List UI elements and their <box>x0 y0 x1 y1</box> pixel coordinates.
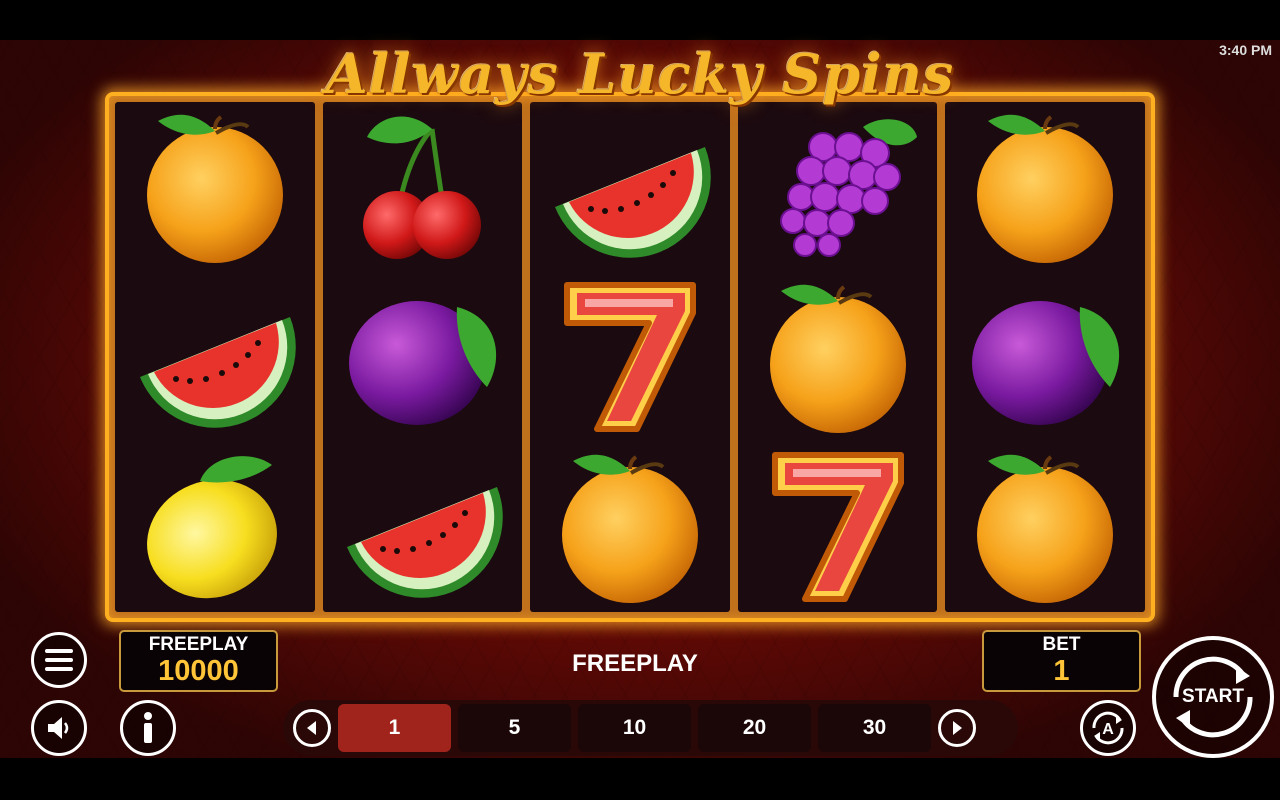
watermelon-symbol-icon <box>545 107 715 267</box>
bet-option[interactable]: 30 <box>818 704 931 752</box>
bet-option[interactable]: 20 <box>698 704 811 752</box>
svg-text:A: A <box>1102 721 1114 738</box>
plum-symbol-icon <box>337 277 507 437</box>
reels <box>115 102 1145 612</box>
bet-panel: BET 1 <box>982 630 1141 692</box>
reel-5 <box>945 102 1145 612</box>
reel-2 <box>322 102 523 612</box>
autoplay-button[interactable]: A <box>1080 700 1136 756</box>
freeplay-value: 10000 <box>158 655 239 687</box>
start-label: START <box>1182 686 1244 707</box>
orange-symbol-icon <box>960 107 1130 267</box>
chevron-left-icon <box>307 721 316 735</box>
autoplay-icon: A <box>1092 711 1124 745</box>
reel-frame <box>105 92 1155 622</box>
bet-option[interactable]: 1 <box>338 704 451 752</box>
speaker-icon <box>48 717 69 739</box>
orange-symbol-icon <box>545 447 715 607</box>
reel-4 <box>737 102 938 612</box>
orange-symbol-icon <box>960 447 1130 607</box>
cherry-symbol-icon <box>337 107 507 267</box>
bet-option[interactable]: 10 <box>578 704 691 752</box>
game-title: Allways Lucky Spins <box>325 42 955 106</box>
bet-value: 1 <box>1053 655 1070 687</box>
hamburger-icon <box>45 649 73 671</box>
reel-3 <box>530 102 730 612</box>
seven-symbol-icon <box>753 447 923 607</box>
bet-selector: 1 5 10 20 30 <box>283 700 1018 756</box>
bet-label: BET <box>1042 634 1081 655</box>
plum-symbol-icon <box>960 277 1130 437</box>
bottom-bar <box>0 758 1280 800</box>
freeplay-label: FREEPLAY <box>148 634 249 655</box>
bet-prev-button[interactable] <box>293 709 331 747</box>
lemon-symbol-icon <box>130 447 300 607</box>
orange-symbol-icon <box>130 107 300 267</box>
orange-symbol-icon <box>753 277 923 437</box>
clock: 3:40 PM <box>1219 42 1272 58</box>
bet-option[interactable]: 5 <box>458 704 571 752</box>
sound-button[interactable] <box>31 700 87 756</box>
info-icon <box>144 712 152 743</box>
chevron-right-icon <box>953 721 962 735</box>
grapes-symbol-icon <box>753 107 923 267</box>
watermelon-symbol-icon <box>130 277 300 437</box>
menu-button[interactable] <box>31 632 87 688</box>
start-button[interactable]: START <box>1152 636 1274 758</box>
freeplay-balance-panel: FREEPLAY 10000 <box>119 630 278 692</box>
seven-symbol-icon <box>545 277 715 437</box>
info-button[interactable] <box>120 700 176 756</box>
top-status-bar <box>0 0 1280 40</box>
reel-1 <box>115 102 315 612</box>
watermelon-symbol-icon <box>337 447 507 607</box>
bet-next-button[interactable] <box>938 709 976 747</box>
status-message: FREEPLAY <box>572 650 698 677</box>
